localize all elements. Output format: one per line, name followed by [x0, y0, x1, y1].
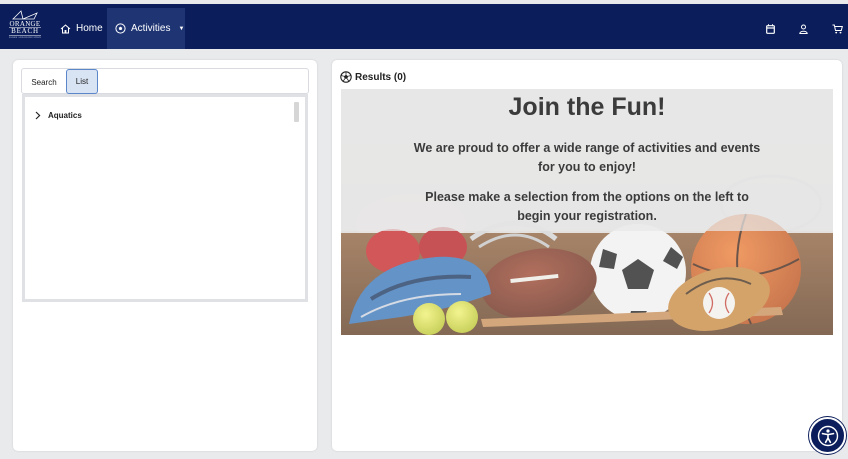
- tab-list[interactable]: List: [66, 69, 98, 94]
- orange-beach-logo[interactable]: ORANGE BEACH PARKS AND RECREATION: [7, 10, 43, 42]
- tab-search[interactable]: Search: [26, 71, 62, 93]
- banner-instruction-text: Please make a selection from the options…: [425, 190, 749, 223]
- logo-tagline: PARKS AND RECREATION: [9, 36, 41, 39]
- calendar-button[interactable]: [766, 8, 775, 49]
- soccer-ball-icon: [340, 71, 352, 83]
- nav-home-label: Home: [76, 23, 103, 34]
- banner-intro-text: We are proud to offer a wide range of ac…: [413, 141, 761, 174]
- filter-panel: Search List Aquatics: [13, 60, 317, 451]
- accessibility-button[interactable]: [809, 417, 846, 454]
- results-label: Results (0): [355, 71, 407, 83]
- tree-scrollbar[interactable]: [294, 102, 299, 122]
- join-the-fun-banner: Join the Fun! We are proud to offer a wi…: [341, 89, 833, 335]
- tree-item-label: Aquatics: [48, 111, 82, 120]
- home-icon: [60, 23, 71, 33]
- nav-home-link[interactable]: Home: [53, 8, 110, 49]
- user-account-button[interactable]: [799, 8, 808, 49]
- cart-button[interactable]: [832, 8, 843, 49]
- banner-title: Join the Fun!: [508, 93, 666, 121]
- caret-down-icon: ▼: [178, 25, 185, 32]
- nav-activities-label: Activities: [131, 23, 171, 34]
- filter-tabs: Search List: [21, 68, 309, 94]
- chevron-right-icon[interactable]: [35, 111, 41, 120]
- calendar-icon: [766, 23, 775, 34]
- top-nav-bar: ORANGE BEACH PARKS AND RECREATION Home A…: [0, 4, 848, 49]
- cart-icon: [832, 24, 843, 33]
- user-icon: [799, 24, 808, 34]
- results-header: Results (0): [340, 71, 406, 83]
- results-panel: Results (0) Join the Fun! We are proud t…: [332, 60, 842, 451]
- accessibility-icon: [817, 425, 838, 446]
- tree-item-aquatics[interactable]: Aquatics: [35, 111, 82, 120]
- nav-activities-menu[interactable]: Activities ▼: [107, 8, 185, 49]
- soccer-ball-icon: [115, 23, 126, 34]
- category-tree: Aquatics: [22, 94, 308, 302]
- logo-line2: BEACH: [11, 27, 39, 35]
